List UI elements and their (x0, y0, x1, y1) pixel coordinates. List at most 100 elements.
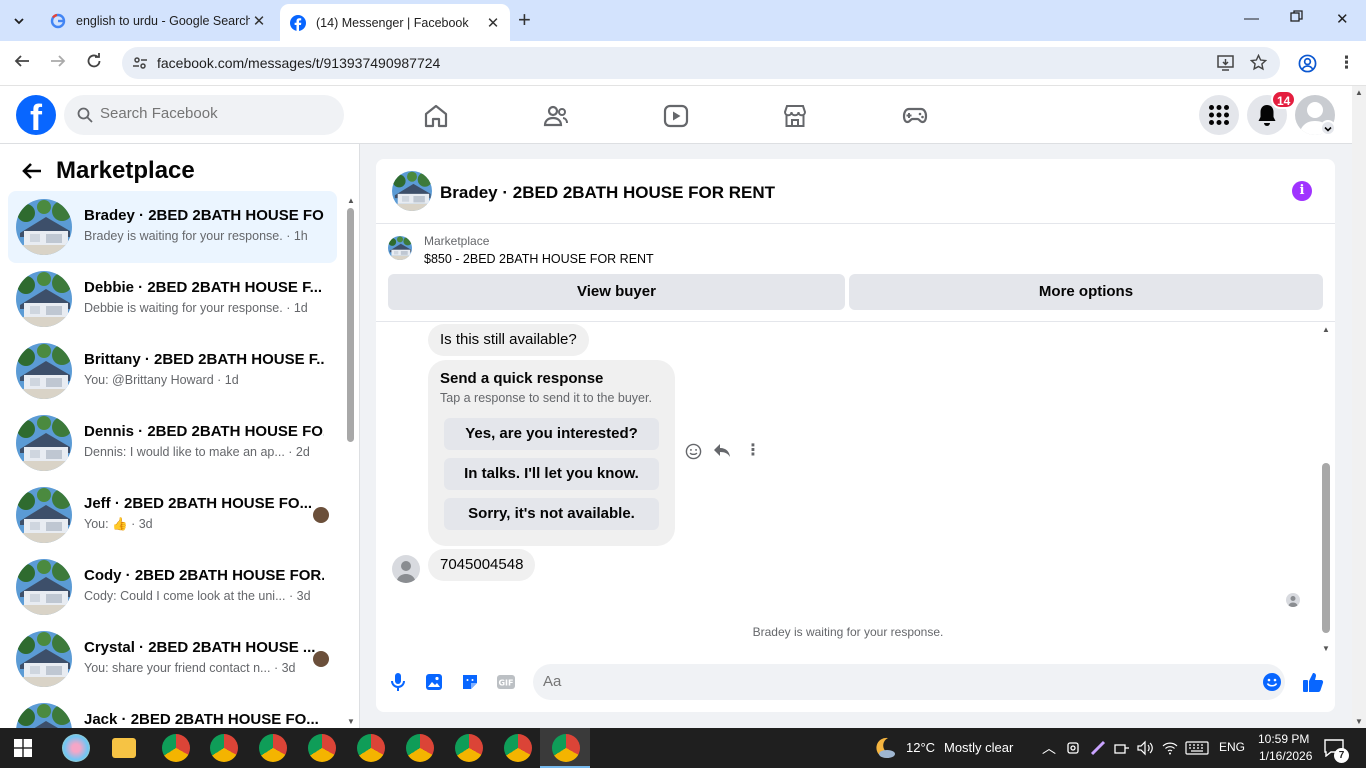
chrome-window-icon[interactable] (162, 734, 190, 762)
address-bar[interactable]: facebook.com/messages/t/913937490987724 (122, 47, 1280, 79)
message-composer[interactable] (533, 664, 1285, 700)
conversation-item[interactable]: Brittany · 2BED 2BATH HOUSE F... You: @Br… (8, 335, 337, 407)
profile-icon[interactable] (1298, 54, 1317, 73)
chrome-window-icon[interactable] (357, 734, 385, 762)
wifi-icon[interactable] (1162, 740, 1178, 756)
browser-tab-strip: english to urdu - Google Search ✕ (14) M… (0, 0, 1366, 41)
conversation-preview: You: @Brittany Howard · 1d (84, 373, 239, 387)
conversation-item[interactable]: Jack · 2BED 2BATH HOUSE FO... (8, 695, 337, 728)
chrome-window-icon[interactable] (308, 734, 336, 762)
chat-title[interactable]: Bradey · 2BED 2BATH HOUSE FOR RENT (440, 183, 775, 203)
close-tab-icon[interactable]: ✕ (250, 12, 268, 30)
clock-date[interactable]: 1/16/2026 (1259, 749, 1312, 763)
file-explorer-icon[interactable] (112, 738, 136, 758)
chrome-window-icon[interactable] (455, 734, 483, 762)
video-icon[interactable] (663, 103, 689, 129)
chrome-window-icon[interactable] (504, 734, 532, 762)
quick-response-option[interactable]: Yes, are you interested? (444, 418, 659, 450)
pen-icon[interactable] (1090, 740, 1106, 756)
new-tab-button[interactable]: + (518, 9, 531, 31)
conversation-item[interactable]: Debbie · 2BED 2BATH HOUSE F... Debbie is … (8, 263, 337, 335)
conversation-list-panel: Marketplace Bradey · 2BED 2BATH HOUSE FO… (0, 144, 360, 728)
sticker-icon[interactable] (460, 672, 480, 692)
page-scrollbar[interactable]: ▲ ▼ (1352, 86, 1366, 728)
close-window-icon[interactable]: ✕ (1336, 10, 1349, 28)
quick-response-option[interactable]: Sorry, it's not available. (444, 498, 659, 530)
browser-tab-messenger[interactable]: (14) Messenger | Facebook ✕ (280, 4, 510, 41)
tab-search-button[interactable] (6, 8, 32, 34)
keyboard-icon[interactable] (1185, 741, 1209, 755)
marketplace-icon[interactable] (782, 103, 808, 129)
conversation-name: Crystal · 2BED 2BATH HOUSE ... (84, 639, 316, 656)
home-icon[interactable] (423, 103, 449, 129)
forward-icon[interactable] (50, 53, 66, 74)
conversation-name: Dennis · 2BED 2BATH HOUSE FO... (84, 423, 324, 440)
conversation-item[interactable]: Crystal · 2BED 2BATH HOUSE ... You: share… (8, 623, 337, 695)
facebook-logo-icon[interactable]: f (16, 95, 56, 135)
install-app-icon[interactable] (1217, 55, 1234, 71)
chat-avatar[interactable] (392, 171, 432, 211)
conversation-item[interactable]: Jeff · 2BED 2BATH HOUSE FO... You: 👍 · 3d (8, 479, 337, 551)
message-bubble[interactable]: 7045004548 (428, 549, 536, 581)
bell-icon (1258, 105, 1276, 126)
bookmark-star-icon[interactable] (1250, 54, 1267, 71)
info-icon[interactable]: i (1292, 181, 1312, 201)
conversation-item[interactable]: Cody · 2BED 2BATH HOUSE FOR... Cody: Coul… (8, 551, 337, 623)
search-input[interactable] (100, 105, 330, 122)
listing-title[interactable]: $850 - 2BED 2BATH HOUSE FOR RENT (424, 252, 654, 266)
network-icon[interactable] (1114, 741, 1130, 755)
more-options-button[interactable]: More options (849, 274, 1323, 310)
browser-tab-google[interactable]: english to urdu - Google Search ✕ (40, 4, 276, 37)
photo-icon[interactable] (424, 672, 444, 692)
back-arrow-icon[interactable] (22, 160, 42, 186)
account-menu-button[interactable] (1320, 120, 1336, 136)
sender-avatar[interactable] (392, 555, 420, 583)
chat-panel: Bradey · 2BED 2BATH HOUSE FOR RENT i Mar… (376, 159, 1335, 712)
browser-menu-icon[interactable]: ⋮ (1338, 53, 1355, 73)
chevron-up-icon[interactable]: ︿ (1042, 738, 1056, 758)
chrome-window-icon[interactable] (210, 734, 238, 762)
reply-icon[interactable] (713, 443, 731, 459)
react-emoji-icon[interactable] (685, 443, 702, 460)
listing-thumbnail[interactable] (388, 236, 412, 260)
menu-button[interactable] (1199, 95, 1239, 135)
scrollbar-thumb[interactable] (1322, 463, 1330, 633)
gaming-icon[interactable] (902, 103, 928, 129)
speaker-icon[interactable] (1137, 740, 1153, 756)
chrome-window-icon[interactable] (259, 734, 287, 762)
search-box[interactable] (64, 95, 344, 135)
restore-icon[interactable] (1290, 10, 1303, 27)
conversation-item[interactable]: Bradey · 2BED 2BATH HOUSE FO... Bradey is… (8, 191, 337, 263)
microphone-icon[interactable] (388, 672, 408, 692)
emoji-icon[interactable] (1262, 672, 1282, 692)
view-buyer-button[interactable]: View buyer (388, 274, 845, 310)
close-tab-icon[interactable]: ✕ (484, 14, 502, 32)
quick-response-card: Send a quick response Tap a response to … (428, 360, 675, 546)
clock-time[interactable]: 10:59 PM (1258, 732, 1309, 746)
minimize-icon[interactable]: — (1244, 10, 1259, 27)
friends-icon[interactable] (543, 103, 569, 129)
conversation-name: Jack · 2BED 2BATH HOUSE FO... (84, 711, 319, 728)
message-bubble[interactable]: Is this still available? (428, 324, 589, 356)
chrome-active-icon[interactable] (552, 734, 580, 762)
camera-icon[interactable] (1067, 740, 1081, 756)
list-scrollbar[interactable]: ▲ ▼ (344, 196, 356, 726)
windows-start-icon[interactable] (14, 739, 32, 757)
thumbs-up-icon[interactable] (1302, 671, 1324, 693)
language-indicator[interactable]: ENG (1219, 740, 1245, 754)
conversation-preview: You: share your friend contact n... · 3d (84, 661, 296, 675)
reload-icon[interactable] (86, 53, 102, 74)
chat-scrollbar[interactable]: ▲ ▼ (1320, 325, 1332, 653)
site-info-icon[interactable] (132, 55, 148, 71)
conversation-name: Cody · 2BED 2BATH HOUSE FOR... (84, 567, 324, 584)
quick-response-option[interactable]: In talks. I'll let you know. (444, 458, 659, 490)
more-actions-icon[interactable]: ⋮ (745, 440, 761, 460)
gif-icon[interactable]: GIF (496, 672, 516, 692)
back-icon[interactable] (14, 53, 30, 74)
moon-weather-icon[interactable] (873, 736, 897, 760)
conversation-item[interactable]: Dennis · 2BED 2BATH HOUSE FO... Dennis: I… (8, 407, 337, 479)
chrome-window-icon[interactable] (406, 734, 434, 762)
scrollbar-thumb[interactable] (347, 208, 354, 442)
message-input[interactable] (543, 673, 1243, 690)
taskbar-app-icon[interactable] (62, 734, 90, 762)
